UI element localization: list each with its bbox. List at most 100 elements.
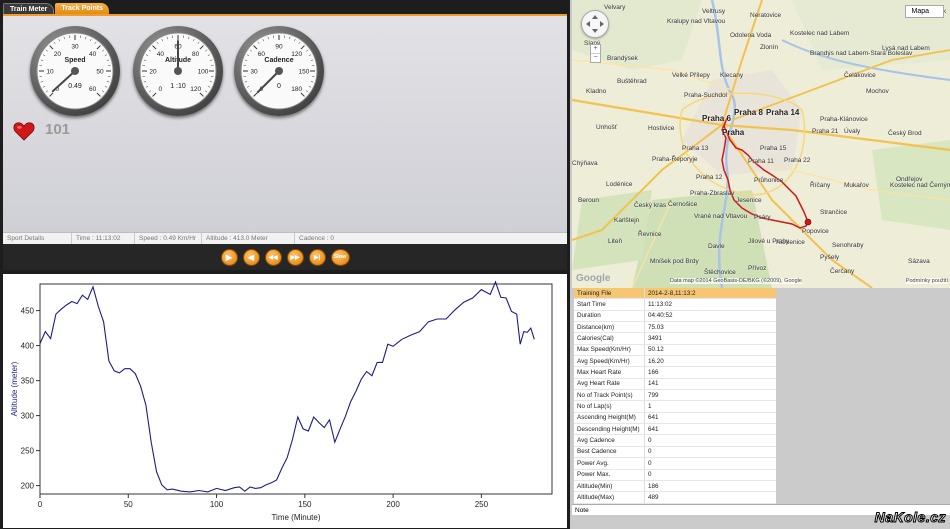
map-place-label: Mníšek pod Brdy [650, 258, 699, 265]
gauge-value: 1 :10 [170, 83, 186, 90]
map-place-label: Praha 13 [682, 145, 709, 152]
map-type-select[interactable]: Mapa [905, 5, 944, 18]
training-info-table: Training File 2014-2-8,11:13:2 Start Time 1… [574, 288, 776, 504]
gauge-tick-label: 100 [198, 69, 209, 76]
info-label: Avg Heart Rate [574, 378, 645, 391]
info-row: Avg Cadence 0 [574, 434, 776, 447]
gauge-hub [275, 67, 283, 75]
map-place-label: Štěchovice [704, 269, 736, 276]
info-value: 50.12 [644, 344, 776, 357]
map-place-label: Liteň [608, 238, 623, 245]
info-row: Altitude(Min) 186 [574, 480, 776, 493]
info-label: Calories(Cal) [574, 332, 645, 345]
map-place-label: Brandýsek [607, 55, 638, 62]
fast-forward-button[interactable]: ▶▶ [286, 248, 304, 266]
map-place-label: Přívoz [748, 265, 767, 272]
info-value: 2014-2-8,11:13:2 [644, 288, 776, 300]
info-label: Descending Height(M) [574, 423, 645, 436]
info-label: Distance(km) [574, 321, 645, 334]
map-place-label: Popovice [802, 228, 829, 235]
altitude-chart: 0 50 100 150 200 250 200 250 300 350 400 450 Time (M… [3, 274, 567, 528]
y-tick-label: 350 [21, 377, 35, 386]
map-place-label: Mukařov [844, 182, 869, 189]
map-place-label: Praha 6 [702, 114, 731, 123]
info-label: Avg Cadence [574, 434, 645, 447]
info-label: Max Heart Rate [574, 366, 645, 379]
info-value: 166 [644, 366, 776, 379]
info-value: 141 [644, 378, 776, 391]
map-place-label: Praha-Suchdol [684, 92, 727, 99]
step-end-button[interactable]: ▶| [308, 248, 326, 266]
gauge-tick-label: 0 [159, 86, 163, 93]
gauge-hub [71, 67, 79, 75]
map-place-label: Velké Přílepy [672, 72, 710, 79]
info-value: 641 [644, 423, 776, 436]
info-label: No of Lap(s) [574, 400, 645, 413]
y-tick-label: 450 [21, 307, 35, 316]
gauge-tick-label: 150 [299, 69, 310, 76]
zoom-out-icon[interactable]: − [591, 53, 600, 62]
map-place-label: Unhošť [596, 124, 618, 131]
y-tick-label: 400 [21, 342, 35, 351]
map-place-label: Jesenice [736, 197, 762, 204]
altitude-gauge: 020406080100120Altitude1 :10 [133, 26, 223, 116]
gauge-label: Speed [64, 57, 85, 64]
info-label: No of Track Point(s) [574, 389, 645, 402]
map-place-label: Pyšely [820, 254, 840, 261]
map-place-label: Řevnice [638, 231, 662, 238]
gauge-hub [174, 67, 182, 75]
y-tick-label: 300 [21, 412, 35, 421]
info-row: Ascending Height(M) 641 [574, 412, 776, 425]
gauge-tick-label: 180 [291, 86, 302, 93]
info-value: 489 [644, 491, 776, 504]
info-row: Descending Height(M) 641 [574, 423, 776, 436]
info-row: Best Cadence 0 [574, 446, 776, 459]
info-row: Training File 2014-2-8,11:13:2 [574, 288, 776, 300]
map-place-label: Úvaly [844, 128, 861, 135]
slow-button[interactable]: Slow [330, 248, 350, 266]
map-place-label: Brandýs nad Labem-Stará Boleslav [810, 50, 913, 57]
info-row: Distance(km) 75.03 [574, 321, 776, 334]
info-label: Training File [574, 288, 645, 300]
map-place-label: Říčany [810, 182, 831, 189]
map-place-label: Mochov [866, 88, 889, 95]
gauge-tick-label: 20 [54, 51, 62, 58]
map-place-label: Klecany [720, 72, 744, 79]
map-place-label: Karlštejn [614, 217, 640, 224]
watermark-logo: NaKole.cz [874, 509, 946, 526]
step-back-button[interactable]: ◀ [242, 248, 260, 266]
y-tick-label: 200 [21, 482, 35, 491]
pan-control-icon[interactable] [581, 10, 609, 38]
map-place-label: Vrané nad Vltavou [694, 213, 748, 220]
map-place-label: Odolena Voda [730, 32, 772, 39]
info-value: 75.03 [644, 321, 776, 334]
zoom-control: + − [590, 44, 601, 63]
gauge-tick-label: 40 [89, 51, 97, 58]
info-label: Altitude(Min) [574, 480, 645, 493]
gauge-value: 0 [277, 83, 281, 90]
map-terms-link[interactable]: Podmínky použití [905, 278, 948, 284]
train-meter-panel: Train Meter Track Points 0 10 20 30 40 50 60 Sp… [0, 0, 570, 272]
route-map[interactable]: Velvary Kralupy nad Vltavou Neratovice Velt… [572, 0, 950, 288]
rewind-button[interactable]: ◀◀ [264, 248, 282, 266]
tab-track-points[interactable]: Track Points [55, 3, 109, 14]
info-value: 186 [644, 480, 776, 493]
map-place-label: Jílové u Prahy [748, 238, 790, 245]
map-place-label: Černošice [668, 201, 698, 208]
info-value: 799 [644, 389, 776, 402]
info-value: 11:13:02 [644, 298, 776, 311]
gauge-label: Cadence [264, 57, 293, 64]
gauge-tick-label: 60 [89, 86, 97, 93]
tab-bar: Train Meter Track Points [3, 3, 110, 15]
zoom-in-icon[interactable]: + [591, 45, 600, 53]
playback-controls: ▶ ◀ ◀◀ ▶▶ ▶| Slow [3, 244, 567, 270]
map-place-label: Neratovice [750, 12, 782, 19]
info-value: 16.20 [644, 355, 776, 368]
info-row: Max Heart Rate 166 [574, 366, 776, 379]
x-tick-label: 50 [124, 500, 133, 509]
gauge-tick-label: 50 [96, 69, 104, 76]
map-place-label: Psáry [754, 214, 771, 221]
play-button[interactable]: ▶ [220, 248, 238, 266]
map-place-label: Kostelec nad Černými lesy [890, 182, 950, 189]
info-row: Altitude(Max) 489 [574, 491, 776, 504]
